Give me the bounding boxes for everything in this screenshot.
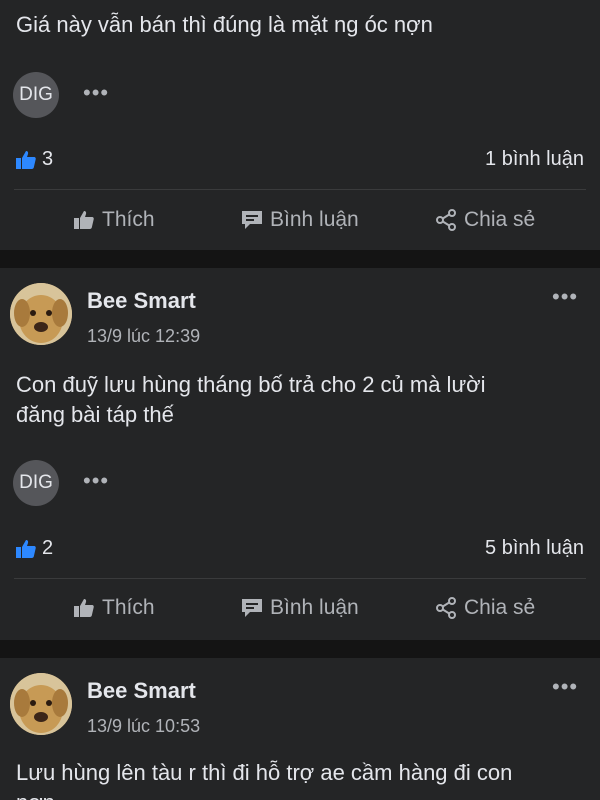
author-name[interactable]: Bee Smart (87, 288, 196, 314)
post-time[interactable]: 13/9 lúc 10:53 (87, 716, 200, 737)
post-card-3: Bee Smart 13/9 lúc 10:53 ••• Lưu hùng lê… (0, 658, 600, 800)
more-dots-icon[interactable]: ••• (83, 470, 109, 492)
thumbs-up-icon (16, 540, 36, 558)
thumbs-up-icon (74, 599, 94, 617)
post-time[interactable]: 13/9 lúc 12:39 (87, 326, 200, 347)
comment-icon (242, 211, 262, 229)
like-count[interactable]: 2 (42, 537, 53, 560)
reaction-badge[interactable]: DIG (13, 460, 59, 506)
comment-button[interactable]: Bình luận (240, 596, 359, 620)
avatar[interactable] (10, 673, 72, 735)
dog-avatar (10, 283, 72, 345)
comment-count[interactable]: 1 bình luận (485, 148, 584, 171)
separator (14, 578, 586, 579)
post-text-line: đăng bài táp thế (16, 402, 174, 427)
thumbs-up-icon (16, 151, 36, 169)
post-text-line: Lưu hùng lên tàu r thì đi hỗ trợ ae cầm … (16, 760, 513, 785)
share-button[interactable]: Chia sẻ (434, 596, 535, 620)
more-dots-icon[interactable]: ••• (552, 286, 578, 308)
post-text: Giá này vẫn bán thì đúng là mặt ng óc nợ… (16, 12, 433, 37)
thumbs-up-icon (74, 211, 94, 229)
like-button[interactable]: Thích (72, 596, 155, 620)
author-name[interactable]: Bee Smart (87, 678, 196, 704)
like-label: Thích (102, 208, 155, 231)
share-button[interactable]: Chia sẻ (434, 208, 535, 232)
separator (14, 189, 586, 190)
feed-gap (0, 640, 600, 658)
share-label: Chia sẻ (464, 208, 536, 231)
comment-label: Bình luận (270, 596, 359, 619)
post-text-line: nợn (16, 788, 584, 800)
post-card-1: Giá này vẫn bán thì đúng là mặt ng óc nợ… (0, 0, 600, 250)
post-text: Lưu hùng lên tàu r thì đi hỗ trợ ae cầm … (16, 758, 584, 800)
comment-button[interactable]: Bình luận (240, 208, 359, 232)
more-dots-icon[interactable]: ••• (83, 82, 109, 104)
like-button[interactable]: Thích (72, 208, 155, 232)
like-count[interactable]: 3 (42, 148, 53, 171)
like-label: Thích (102, 596, 155, 619)
comment-icon (242, 599, 262, 617)
post-text-line: Con đuỹ lưu hùng tháng bố trả cho 2 củ m… (16, 372, 486, 397)
avatar[interactable] (10, 283, 72, 345)
post-text: Con đuỹ lưu hùng tháng bố trả cho 2 củ m… (16, 370, 584, 430)
share-icon (436, 209, 456, 231)
share-label: Chia sẻ (464, 596, 536, 619)
feed-gap (0, 250, 600, 268)
comment-count[interactable]: 5 bình luận (485, 537, 584, 560)
reaction-badge[interactable]: DIG (13, 72, 59, 118)
dog-avatar (10, 673, 72, 735)
comment-label: Bình luận (270, 208, 359, 231)
more-dots-icon[interactable]: ••• (552, 676, 578, 698)
share-icon (436, 597, 456, 619)
post-card-2: Bee Smart 13/9 lúc 12:39 ••• Con đuỹ lưu… (0, 268, 600, 640)
